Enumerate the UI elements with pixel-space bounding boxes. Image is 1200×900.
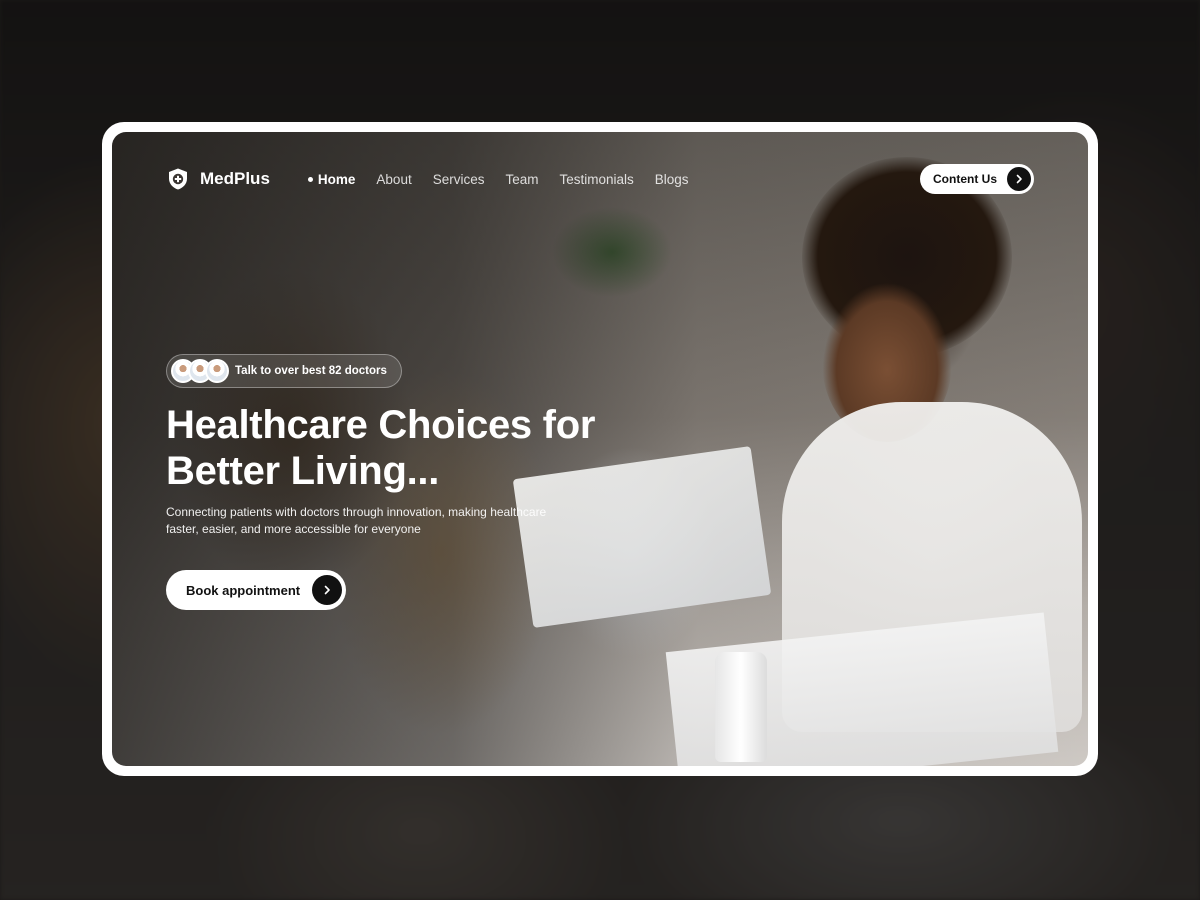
- hero-headline: Healthcare Choices for Better Living...: [166, 403, 596, 493]
- shield-plus-icon: [169, 168, 187, 190]
- nav-item-blogs[interactable]: Blogs: [655, 172, 689, 187]
- active-indicator-dot: [307, 176, 313, 182]
- nav-item-label: Testimonials: [559, 171, 634, 187]
- nav-item-about[interactable]: About: [376, 172, 411, 187]
- screen-frame: MedPlus Home About Services Team Testimo…: [102, 122, 1098, 776]
- avatar-group: [171, 359, 229, 383]
- chevron-right-icon: [1007, 167, 1031, 191]
- book-appointment-label: Book appointment: [186, 582, 301, 598]
- hero-photo-pill-bottle: [715, 652, 767, 762]
- nav-item-label: Services: [432, 171, 485, 187]
- nav-item-services[interactable]: Services: [433, 172, 485, 187]
- nav-item-testimonials[interactable]: Testimonials: [559, 172, 633, 187]
- hero-section: MedPlus Home About Services Team Testimo…: [112, 132, 1088, 766]
- top-navbar: MedPlus Home About Services Team Testimo…: [166, 162, 1034, 196]
- nav-item-label: Blogs: [654, 171, 689, 187]
- avatar: [205, 359, 229, 383]
- badge-text: Talk to over best 82 doctors: [235, 365, 387, 377]
- book-appointment-button[interactable]: Book appointment: [166, 570, 347, 610]
- brand-logo[interactable]: MedPlus: [166, 167, 270, 191]
- nav-item-team[interactable]: Team: [505, 172, 538, 187]
- nav-item-label: About: [376, 171, 412, 187]
- contact-us-label: Content Us: [933, 172, 997, 186]
- doctors-badge: Talk to over best 82 doctors: [166, 354, 402, 388]
- nav-item-label: Home: [317, 171, 356, 187]
- brand-name: MedPlus: [200, 169, 270, 188]
- hero-subtext: Connecting patients with doctors through…: [166, 505, 547, 536]
- nav-item-home[interactable]: Home: [307, 171, 356, 187]
- nav-item-label: Team: [505, 171, 539, 187]
- chevron-right-icon: [312, 575, 343, 605]
- nav-menu: Home About Services Team Testimonials Bl…: [307, 171, 689, 187]
- contact-us-button[interactable]: Content Us: [920, 164, 1034, 194]
